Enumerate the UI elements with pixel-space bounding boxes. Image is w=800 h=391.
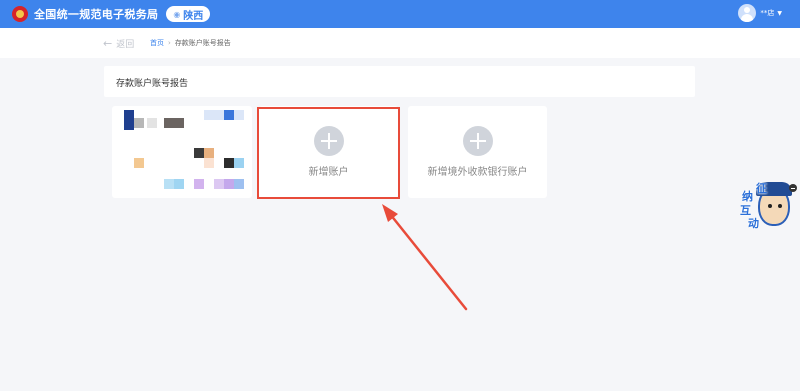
top-bar: 全国统一规范电子税务局 ◉ 陕西 **店 ▼ xyxy=(0,0,800,28)
mascot-eye xyxy=(778,204,782,208)
plus-icon[interactable] xyxy=(462,126,493,156)
existing-account-card[interactable] xyxy=(112,106,252,198)
obscured-block xyxy=(134,158,144,168)
arrow-left-icon: ← xyxy=(103,37,113,50)
page-title-card: 存款账户账号报告 xyxy=(104,66,695,97)
obscured-block xyxy=(224,110,234,120)
region-selector[interactable]: ◉ 陕西 xyxy=(166,6,211,22)
obscured-block xyxy=(194,179,204,189)
username[interactable]: **店 xyxy=(760,8,774,18)
add-account-label[interactable]: 新增账户 xyxy=(259,163,398,178)
user-menu[interactable]: **店 ▼ xyxy=(738,4,782,22)
widget-char: 征 xyxy=(756,182,767,195)
breadcrumb-separator: › xyxy=(168,39,171,47)
back-label: 返回 xyxy=(116,40,135,50)
obscured-block xyxy=(224,179,234,189)
breadcrumb: 首页 › 存款账户账号报告 xyxy=(150,38,231,48)
add-foreign-account-label[interactable]: 新增境外收款银行账户 xyxy=(408,163,547,178)
obscured-block xyxy=(214,179,224,189)
mascot-eye xyxy=(768,204,772,208)
obscured-block xyxy=(204,158,214,168)
breadcrumb-home[interactable]: 首页 xyxy=(150,38,164,48)
interactive-service-widget[interactable]: 纳 征 互 动 xyxy=(736,182,800,232)
region-label: 陕西 xyxy=(183,10,204,22)
obscured-block xyxy=(147,118,157,128)
tax-emblem-icon xyxy=(12,6,28,22)
obscured-block xyxy=(164,118,184,128)
page-title: 存款账户账号报告 xyxy=(116,79,189,89)
breadcrumb-bar: ← 返回 首页 › 存款账户账号报告 xyxy=(0,28,800,58)
add-account-card[interactable]: 新增账户 xyxy=(259,106,398,198)
obscured-block xyxy=(134,118,144,128)
breadcrumb-current: 存款账户账号报告 xyxy=(174,39,231,47)
obscured-block xyxy=(234,158,244,168)
obscured-block xyxy=(174,179,184,189)
back-button[interactable]: ← 返回 xyxy=(103,37,134,50)
obscured-block xyxy=(204,148,214,158)
obscured-block xyxy=(234,179,244,189)
widget-char: 动 xyxy=(748,217,759,230)
obscured-block xyxy=(164,179,174,189)
site-title[interactable]: 全国统一规范电子税务局 xyxy=(34,6,158,22)
add-foreign-account-card[interactable]: 新增境外收款银行账户 xyxy=(408,106,547,198)
obscured-block xyxy=(124,110,134,130)
obscured-block xyxy=(234,110,244,120)
avatar[interactable] xyxy=(738,4,757,22)
obscured-block xyxy=(204,110,224,120)
obscured-block xyxy=(224,158,234,168)
close-icon[interactable] xyxy=(789,184,797,192)
location-pin-icon: ◉ xyxy=(173,9,181,19)
chevron-down-icon[interactable]: ▼ xyxy=(777,10,782,17)
plus-icon[interactable] xyxy=(313,126,344,156)
obscured-block xyxy=(194,148,204,158)
